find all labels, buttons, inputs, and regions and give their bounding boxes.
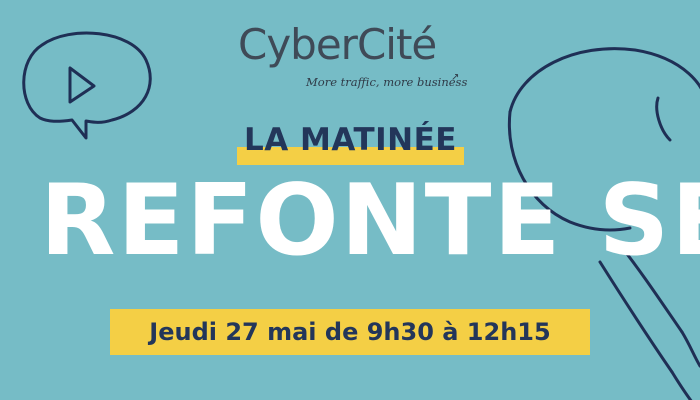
cybercite-logo-wordmark: CyberCité — [238, 20, 437, 69]
event-headline: REFONTE SEO — [40, 164, 700, 278]
kicker-text: LA MATINÉE — [244, 122, 457, 158]
logo-tagline: More traffic, more business — [306, 75, 468, 89]
event-kicker: LA MATINÉE — [237, 120, 464, 168]
event-date-badge: Jeudi 27 mai de 9h30 à 12h15 — [110, 309, 590, 355]
play-speech-bubble-icon — [22, 31, 152, 140]
arrow-up-right-icon: ↗ — [451, 72, 460, 83]
event-banner: CyberCité More traffic, more business ↗ … — [0, 0, 700, 400]
